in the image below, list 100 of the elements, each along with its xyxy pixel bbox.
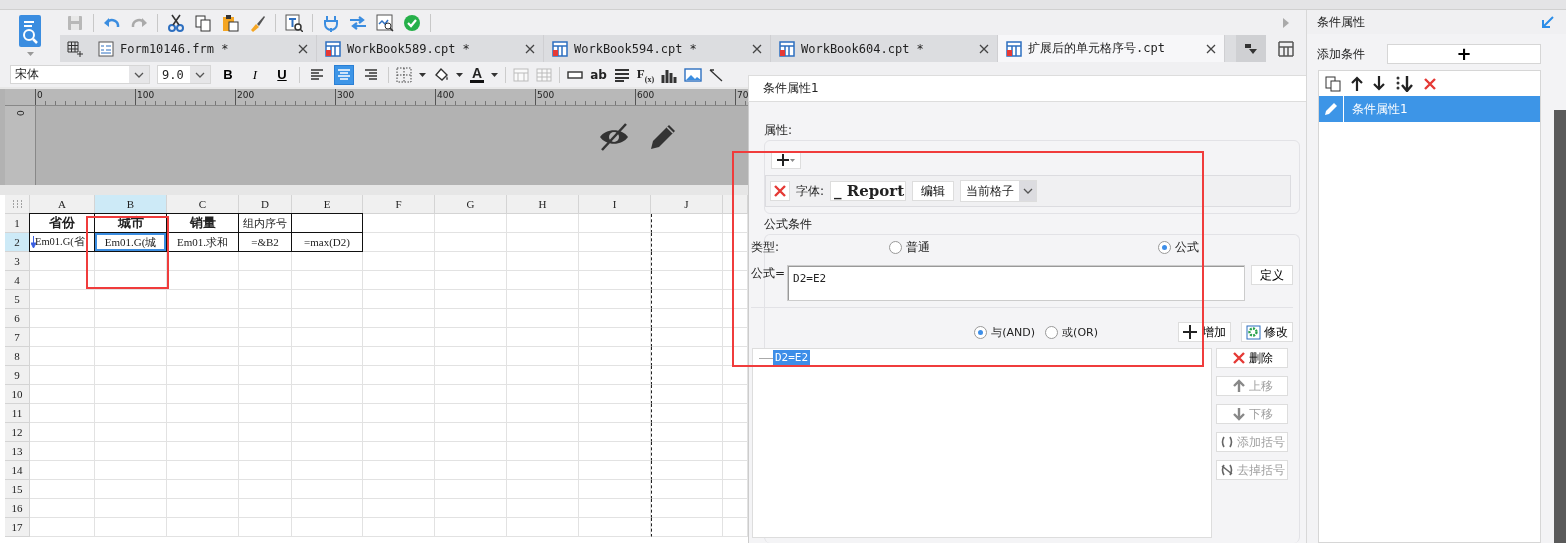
row-header[interactable]: 1	[5, 214, 30, 233]
select-all-corner[interactable]	[5, 195, 30, 214]
row-header[interactable]: 17	[5, 518, 30, 537]
split-cells-icon[interactable]	[536, 67, 553, 82]
dropdown-menu-icon[interactable]	[1244, 42, 1258, 55]
hidden-eye-icon[interactable]	[598, 122, 630, 151]
move-bottom-icon[interactable]	[1395, 75, 1413, 92]
formula-tool-icon[interactable]: F$_{(x)}$	[636, 65, 655, 84]
arrow-down-icon[interactable]	[1373, 76, 1385, 91]
preview-icon[interactable]	[376, 13, 394, 32]
radio-button[interactable]	[889, 240, 903, 254]
tab-label: Form10146.frm *	[120, 41, 230, 56]
text-tool-icon[interactable]: ab	[590, 67, 607, 82]
caret-icon[interactable]	[419, 72, 426, 77]
italic-button[interactable]: I	[245, 64, 265, 85]
row-header[interactable]: 10	[5, 385, 30, 404]
font-name: 宋体	[14, 66, 40, 83]
modify-button[interactable]: 修改	[1241, 322, 1293, 342]
row-header[interactable]: 13	[5, 442, 30, 461]
bold-button[interactable]: B	[218, 64, 238, 85]
row-header[interactable]: 4	[5, 271, 30, 290]
lines-icon[interactable]	[613, 67, 630, 82]
close-icon[interactable]	[752, 43, 762, 54]
table-cell[interactable]: Em01.G(省	[29, 232, 95, 252]
collapse-arrow-icon[interactable]	[1542, 16, 1554, 28]
table-cell[interactable]: Em01.G(城	[94, 232, 167, 252]
chevron-down-icon	[1022, 188, 1033, 194]
table-cell[interactable]: 省份	[29, 213, 95, 233]
radio-button[interactable]	[1158, 240, 1172, 254]
expand-arrow-icon[interactable]	[1283, 17, 1289, 28]
delete-icon[interactable]	[1423, 76, 1437, 91]
column-header[interactable]: H	[507, 195, 579, 214]
column-header[interactable]: G	[435, 195, 507, 214]
align-center-button[interactable]	[334, 64, 354, 85]
row-header[interactable]: 11	[5, 404, 30, 423]
close-icon[interactable]	[979, 43, 989, 54]
text-field-icon[interactable]	[567, 70, 584, 79]
caret-icon	[790, 158, 795, 162]
row-header[interactable]: 2	[5, 233, 30, 252]
row-header[interactable]: 16	[5, 499, 30, 518]
check-icon[interactable]	[403, 13, 421, 32]
close-icon[interactable]	[298, 43, 308, 54]
list-action-button[interactable]: 删除	[1216, 348, 1288, 368]
define-button[interactable]: 定义	[1251, 265, 1293, 285]
table-cell[interactable]: =max(D2)	[291, 232, 363, 252]
close-icon[interactable]	[525, 43, 535, 54]
remove-button[interactable]	[770, 181, 790, 201]
underline-button[interactable]: U	[272, 64, 292, 85]
scope-dropdown[interactable]: 当前格子	[960, 180, 1038, 202]
plug-icon[interactable]	[322, 13, 340, 32]
font-select[interactable]: 宋体	[10, 65, 150, 84]
layout-icon[interactable]	[1278, 40, 1294, 57]
row-header[interactable]: 3	[5, 252, 30, 271]
merge-cells-icon[interactable]	[513, 67, 530, 82]
formula-field[interactable]: D2=E2	[787, 265, 1245, 301]
edit-button[interactable]: 编辑	[912, 181, 955, 201]
fill-bucket-icon[interactable]	[433, 66, 449, 83]
scrollbar[interactable]	[1554, 110, 1566, 543]
row-header[interactable]: 5	[5, 290, 30, 309]
copy-icon[interactable]	[194, 13, 212, 32]
tab-label: WorkBook594.cpt *	[574, 41, 698, 56]
column-header[interactable]: I	[579, 195, 651, 214]
column-header[interactable]: J	[651, 195, 723, 214]
row-header[interactable]: 9	[5, 366, 30, 385]
tab-label: 扩展后的单元格序号.cpt	[1028, 40, 1166, 57]
table-cell[interactable]	[291, 213, 363, 233]
caret-icon[interactable]	[456, 72, 463, 77]
slash-icon[interactable]	[709, 67, 724, 82]
row-header[interactable]: 14	[5, 461, 30, 480]
radio-button[interactable]	[974, 325, 988, 339]
row-header[interactable]: 8	[5, 347, 30, 366]
row-header[interactable]: 15	[5, 480, 30, 499]
align-icon	[337, 68, 351, 81]
add-condition-button[interactable]: +	[1387, 44, 1541, 64]
paste-icon[interactable]	[221, 13, 239, 32]
font-size-select[interactable]: 9.0	[157, 65, 211, 84]
ruler-label: 0	[15, 110, 25, 116]
image-icon[interactable]	[684, 67, 703, 82]
close-icon[interactable]	[1206, 43, 1216, 54]
cut-icon[interactable]	[167, 13, 185, 32]
radio-button[interactable]	[1045, 325, 1059, 339]
document-tab[interactable]: 扩展后的单元格序号.cpt	[998, 35, 1225, 62]
save-icon[interactable]	[66, 13, 84, 32]
document-search-icon[interactable]	[18, 14, 42, 48]
plus-icon	[777, 154, 789, 166]
arrow-up-icon[interactable]	[1351, 76, 1363, 91]
caret-icon[interactable]	[491, 72, 499, 77]
add-button[interactable]: 增加	[1178, 322, 1231, 342]
row-header[interactable]: 12	[5, 423, 30, 442]
border-icon[interactable]	[396, 66, 412, 83]
type-label: 类型:	[751, 238, 780, 256]
grid-plus-icon[interactable]	[67, 40, 83, 57]
row-header[interactable]: 6	[5, 309, 30, 328]
text-search-icon[interactable]	[285, 13, 303, 32]
radio-label: 或(OR)	[1062, 324, 1098, 340]
copy-icon[interactable]	[1325, 75, 1341, 92]
row-header[interactable]: 7	[5, 328, 30, 347]
column-header[interactable]: F	[363, 195, 435, 214]
swap-arrows-icon[interactable]	[349, 13, 367, 32]
brush-icon[interactable]	[248, 13, 266, 32]
